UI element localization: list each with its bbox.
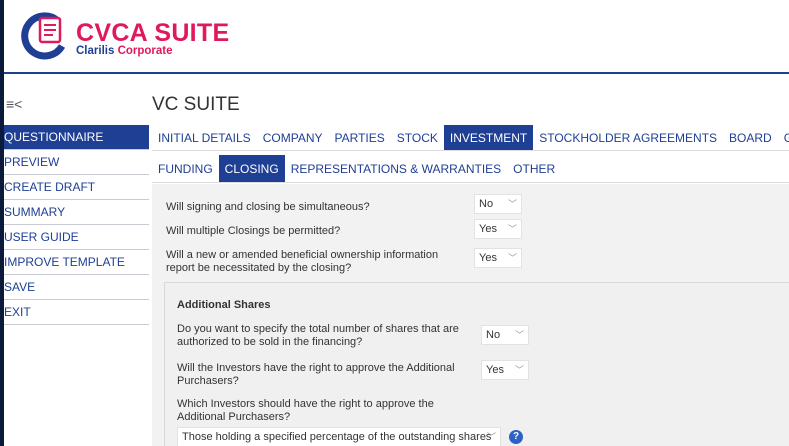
question-beneficial-ownership: Will a new or amended beneficial ownersh… <box>166 249 439 274</box>
additional-shares-title: Additional Shares <box>177 299 271 311</box>
sidebar-item-summary[interactable]: SUMMARY <box>4 200 149 225</box>
select-approve-purchasers-value: Yes <box>486 364 504 376</box>
tab-general[interactable]: GENERAL <box>778 125 789 150</box>
select-multiple-closings-value: Yes <box>479 223 497 235</box>
sidebar-item-questionnaire[interactable]: QUESTIONNAIRE <box>4 125 149 150</box>
brand-title: CVCA SUITE <box>76 19 230 47</box>
menu-collapse-icon[interactable]: ≡< <box>6 96 22 112</box>
question-which-investors: Which Investors should have the right to… <box>177 398 434 423</box>
tab-company[interactable]: COMPANY <box>257 125 329 150</box>
question-approve-purchasers: Will the Investors have the right to app… <box>177 362 455 387</box>
app-header: CVCA SUITE Clarilis Corporate <box>4 0 789 74</box>
subtab-other[interactable]: OTHER <box>507 155 561 182</box>
select-beneficial-ownership[interactable]: Yes ﹀ <box>474 248 522 268</box>
sidebar-item-save[interactable]: SAVE <box>4 275 149 300</box>
select-which-investors[interactable]: Those holding a specified percentage of … <box>177 427 501 446</box>
sidebar-item-improve-template[interactable]: IMPROVE TEMPLATE <box>4 250 149 275</box>
main-tabs: INITIAL DETAILS COMPANY PARTIES STOCK IN… <box>152 125 789 151</box>
brand-subtitle-part2: Corporate <box>117 45 173 57</box>
sidebar-item-user-guide[interactable]: USER GUIDE <box>4 225 149 250</box>
cvca-logo-icon <box>21 12 66 60</box>
select-which-investors-value: Those holding a specified percentage of … <box>182 431 492 443</box>
sidebar: QUESTIONNAIRE PREVIEW CREATE DRAFT SUMMA… <box>4 125 149 325</box>
additional-shares-section: Additional Shares Do you want to specify… <box>164 282 789 446</box>
brand-subtitle-part1: Clarilis <box>76 45 115 57</box>
question-simultaneous: Will signing and closing be simultaneous… <box>166 201 370 213</box>
select-simultaneous[interactable]: No ﹀ <box>474 194 522 214</box>
select-total-shares[interactable]: No ﹀ <box>481 325 529 345</box>
sidebar-item-exit[interactable]: EXIT <box>4 300 149 325</box>
sidebar-item-create-draft[interactable]: CREATE DRAFT <box>4 175 149 200</box>
select-approve-purchasers[interactable]: Yes ﹀ <box>481 360 529 380</box>
chevron-down-icon: ﹀ <box>507 253 517 263</box>
tab-initial-details[interactable]: INITIAL DETAILS <box>152 125 257 150</box>
select-total-shares-value: No <box>486 329 501 341</box>
tab-stockholder-agreements[interactable]: STOCKHOLDER AGREEMENTS <box>533 125 723 150</box>
sidebar-item-preview[interactable]: PREVIEW <box>4 150 149 175</box>
select-simultaneous-value: No <box>479 198 494 210</box>
subtab-representations-warranties[interactable]: REPRESENTATIONS & WARRANTIES <box>285 155 507 182</box>
chevron-down-icon: ﹀ <box>514 365 524 375</box>
subtab-closing[interactable]: CLOSING <box>218 155 285 182</box>
tab-investment[interactable]: INVESTMENT <box>443 125 534 150</box>
sub-tabs: FUNDING CLOSING REPRESENTATIONS & WARRAN… <box>152 155 789 183</box>
question-total-shares: Do you want to specify the total number … <box>177 323 459 348</box>
select-beneficial-ownership-value: Yes <box>479 252 497 264</box>
tab-parties[interactable]: PARTIES <box>329 125 391 150</box>
chevron-down-icon: ﹀ <box>507 224 517 234</box>
chevron-down-icon: ﹀ <box>486 432 496 442</box>
chevron-down-icon: ﹀ <box>514 330 524 340</box>
subtab-funding[interactable]: FUNDING <box>152 155 219 182</box>
tab-stock[interactable]: STOCK <box>391 125 444 150</box>
tab-board[interactable]: BOARD <box>723 125 778 150</box>
question-multiple-closings: Will multiple Closings be permitted? <box>166 225 341 237</box>
chevron-down-icon: ﹀ <box>507 199 517 209</box>
brand-subtitle: Clarilis Corporate <box>76 45 173 57</box>
help-icon[interactable]: ? <box>509 430 523 444</box>
app-window: CVCA SUITE Clarilis Corporate ≡< VC SUIT… <box>4 0 789 446</box>
select-multiple-closings[interactable]: Yes ﹀ <box>474 219 522 239</box>
page-title: VC SUITE <box>152 94 240 115</box>
questionnaire-content: Will signing and closing be simultaneous… <box>152 184 789 446</box>
